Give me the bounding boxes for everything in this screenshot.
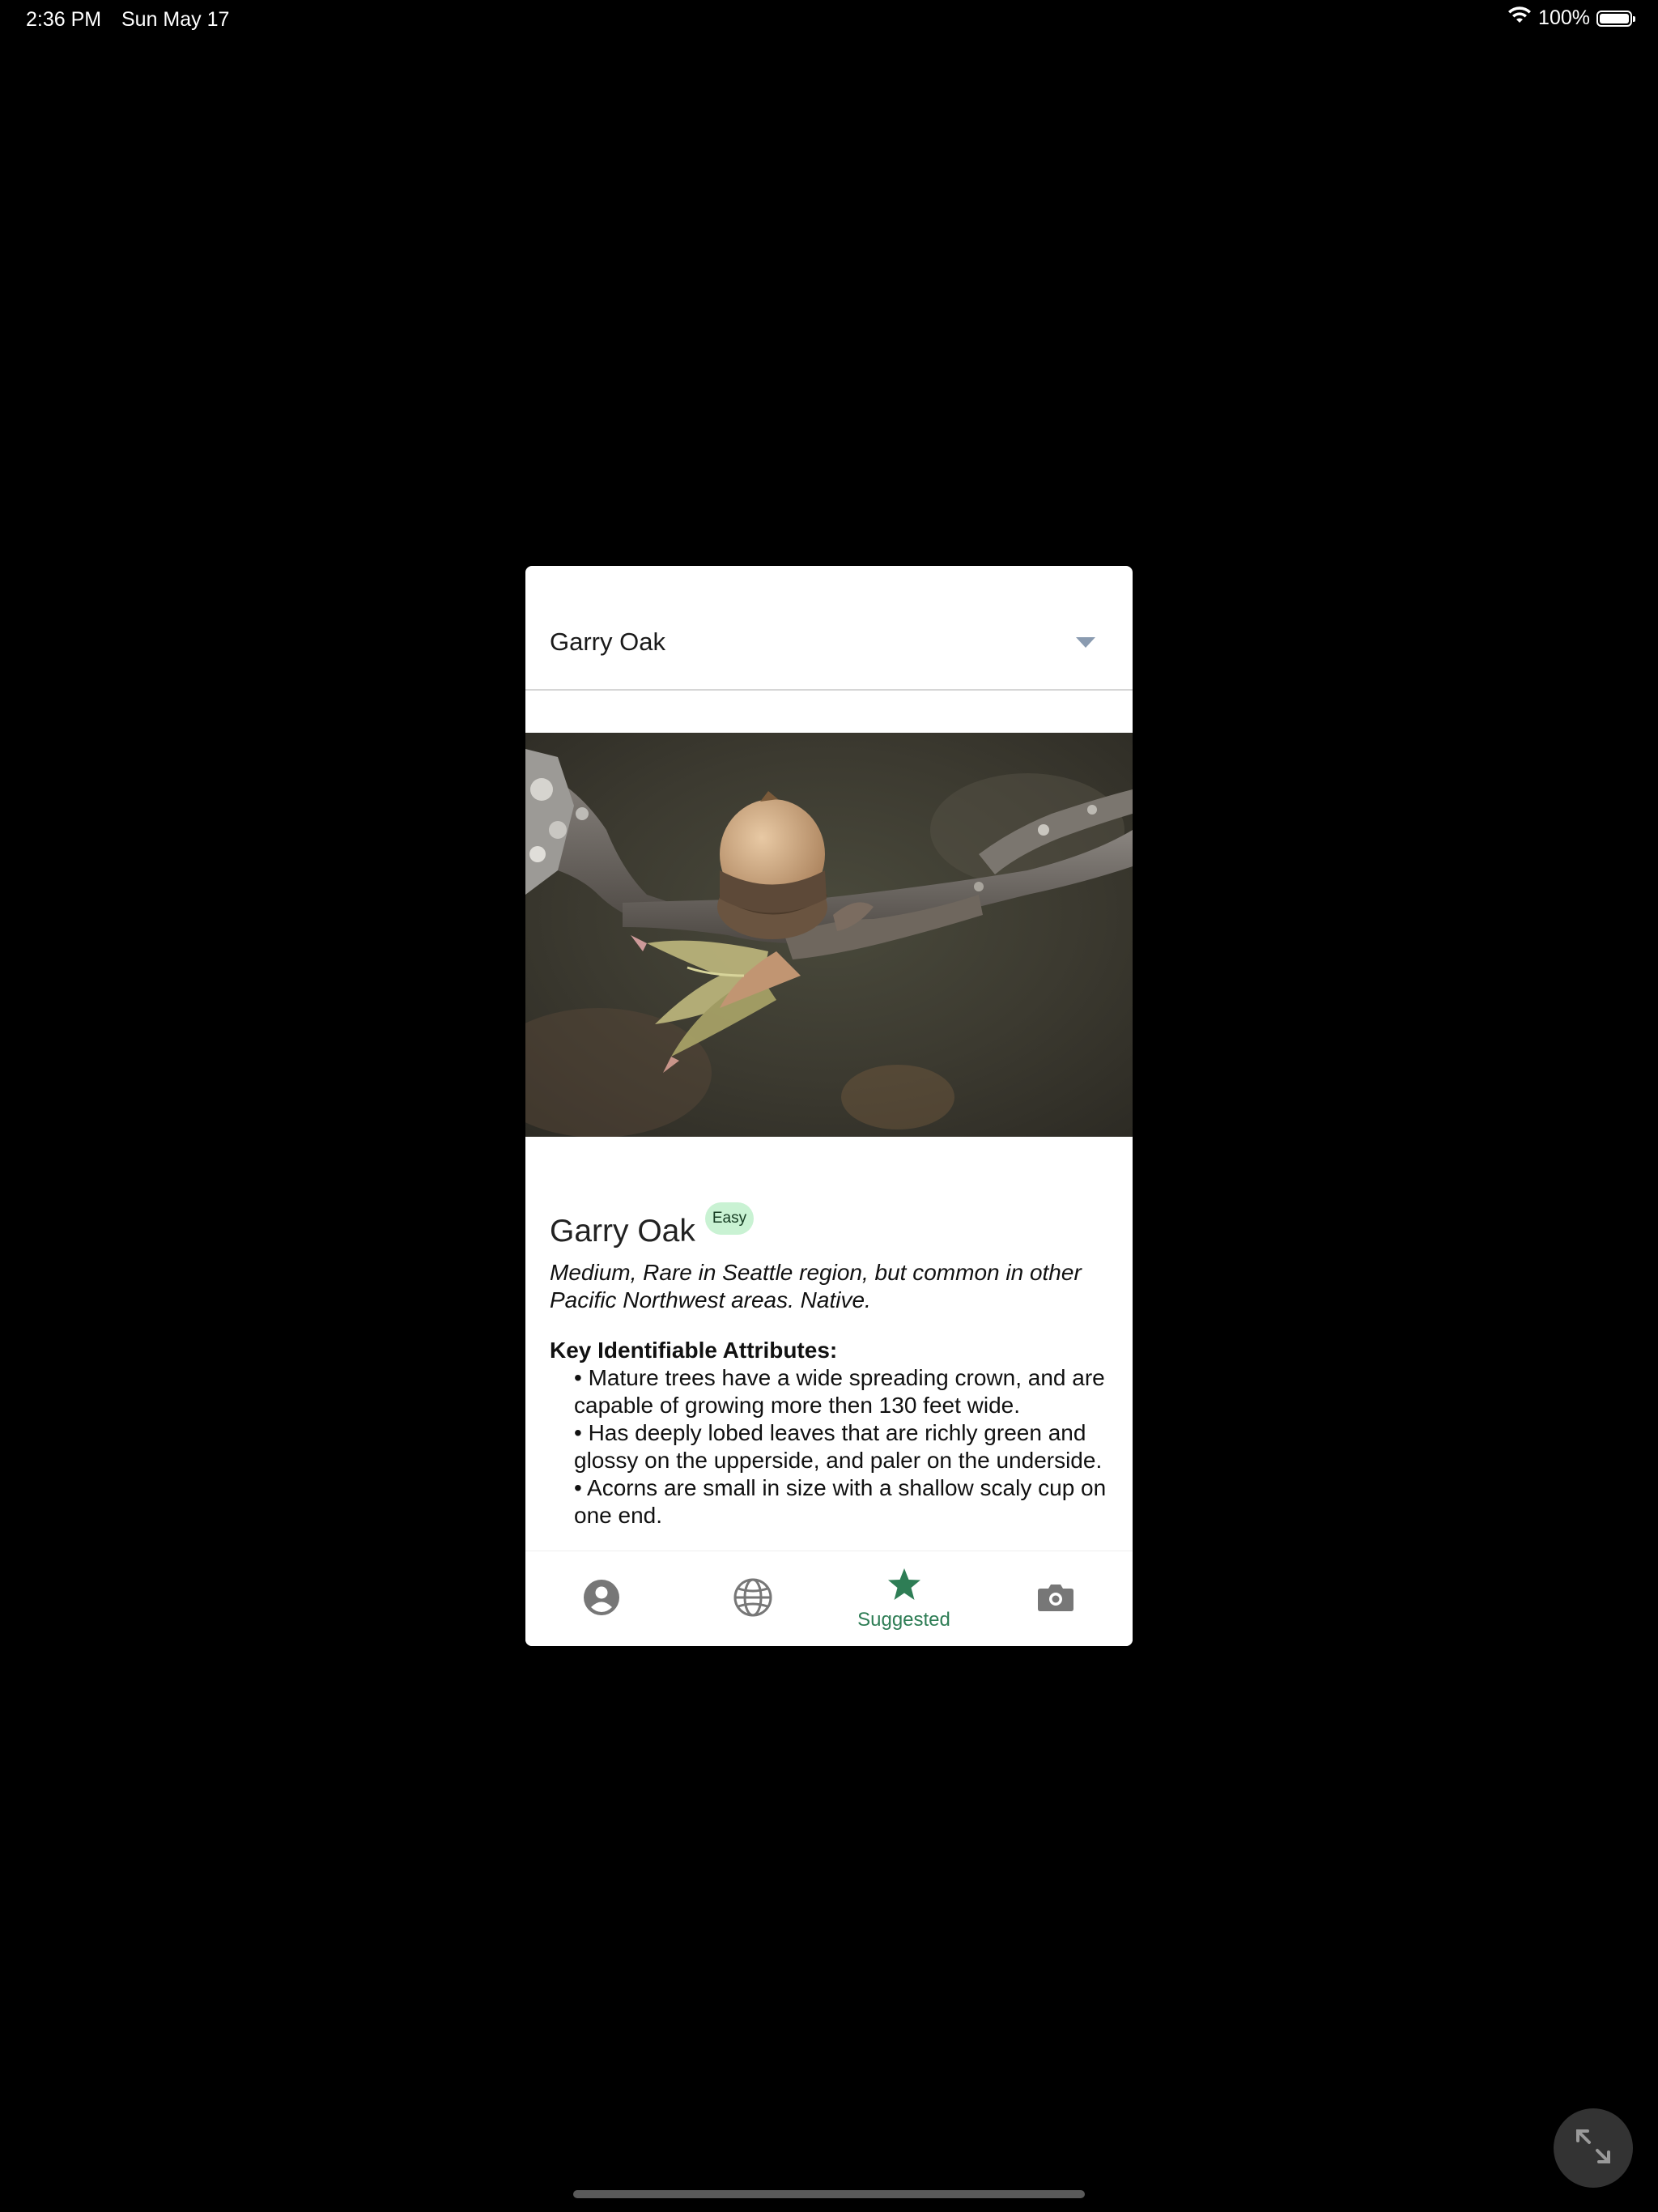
tree-info: Garry Oak Easy Medium, Rare in Seattle r… — [550, 1202, 1116, 1551]
tab-globe[interactable] — [677, 1551, 828, 1646]
status-bar: 2:36 PM Sun May 17 100% — [0, 0, 1658, 39]
account-icon — [583, 1579, 620, 1620]
tree-name: Garry Oak — [550, 1214, 695, 1249]
status-right: 100% — [1507, 6, 1635, 30]
attributes-heading: Key Identifiable Attributes: — [550, 1338, 838, 1363]
difficulty-badge: Easy — [704, 1202, 755, 1235]
title-row: Garry Oak Easy — [550, 1202, 1116, 1249]
status-time: 2:36 PM — [26, 8, 102, 31]
bottom-tab-bar: Suggested — [525, 1551, 1133, 1646]
chevron-down-icon[interactable] — [1076, 637, 1095, 648]
tree-summary: Medium, Rare in Seattle region, but comm… — [550, 1260, 1082, 1312]
tree-photo — [525, 733, 1133, 1137]
star-icon — [886, 1568, 922, 1606]
tab-camera[interactable] — [980, 1551, 1131, 1646]
battery-fill — [1600, 13, 1629, 23]
tree-select-dropdown[interactable]: Garry Oak — [525, 566, 1133, 691]
expand-icon — [1573, 2126, 1613, 2171]
attribute-item: • Mature trees have a wide spreading cro… — [574, 1365, 1105, 1418]
tree-detail-card: Garry Oak Garry Oak Easy Medium, Rare in… — [525, 566, 1133, 1646]
attributes-list: • Mature trees have a wide spreading cro… — [574, 1364, 1116, 1529]
tree-select-value: Garry Oak — [550, 627, 665, 656]
attribute-item: • Acorns are small in size with a shallo… — [574, 1475, 1107, 1528]
tab-account[interactable] — [525, 1551, 677, 1646]
tab-suggested-label: Suggested — [857, 1608, 950, 1631]
home-indicator[interactable] — [573, 2190, 1085, 2198]
globe-icon — [733, 1577, 773, 1622]
battery-percent: 100% — [1538, 6, 1590, 29]
attribute-item: • Has deeply lobed leaves that are richl… — [574, 1420, 1103, 1473]
camera-icon — [1037, 1582, 1074, 1617]
expand-button[interactable] — [1554, 2108, 1633, 2188]
wifi-icon — [1507, 6, 1532, 30]
tab-suggested[interactable]: Suggested — [828, 1551, 980, 1646]
status-date: Sun May 17 — [121, 8, 230, 31]
battery-icon — [1596, 10, 1635, 27]
